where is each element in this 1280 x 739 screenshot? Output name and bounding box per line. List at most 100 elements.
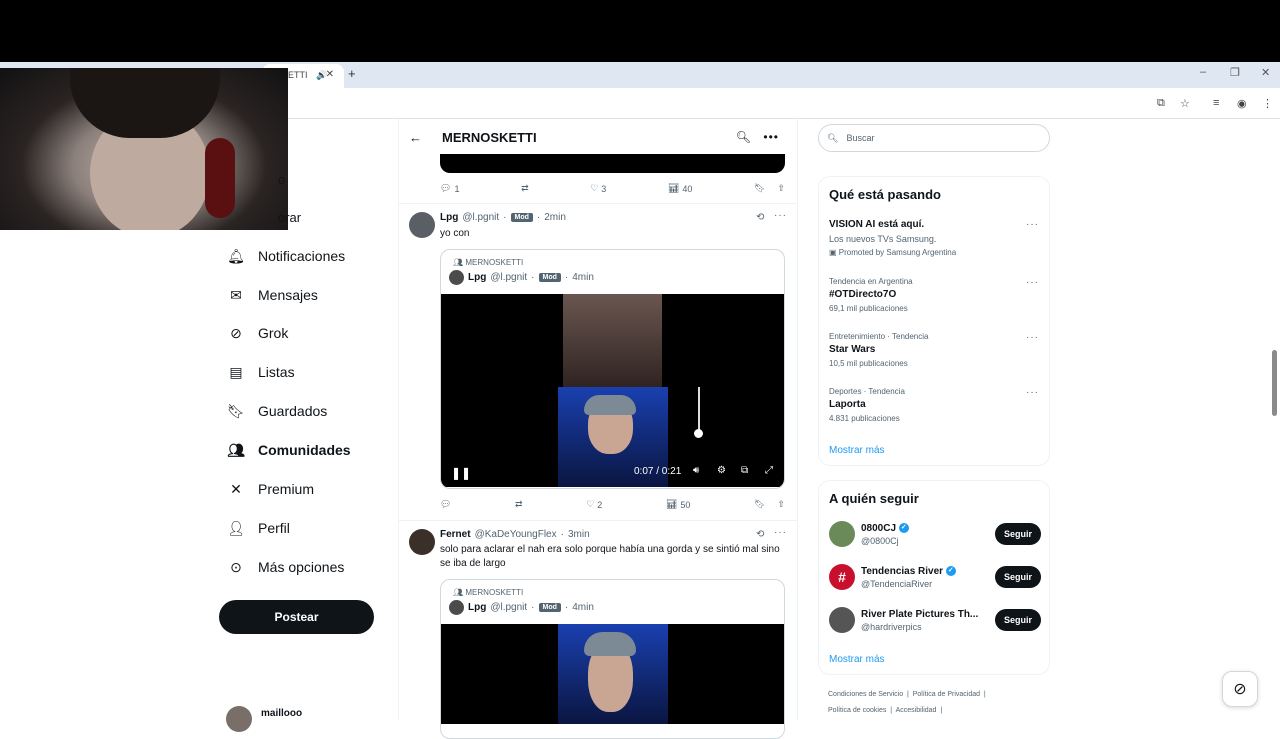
sidebar-item-perfil[interactable]: 👤︎ Perfil	[227, 517, 290, 539]
volume-icon[interactable]: 🔊︎	[693, 465, 699, 476]
timestamp[interactable]: 2min	[544, 212, 566, 223]
video-player[interactable]	[441, 624, 784, 724]
views-button[interactable]: 📊︎ 50	[666, 499, 690, 510]
avatar[interactable]	[409, 212, 435, 238]
more-icon[interactable]: ···	[774, 210, 787, 221]
sidebar-item-guardados[interactable]: 🔖︎ Guardados	[227, 400, 327, 422]
quote-meta: Lpg @l.pgnit · Mod · 4min	[441, 267, 784, 285]
suggestion-name: 0800CJ	[861, 522, 897, 534]
bookmark-icon[interactable]: 🔖︎	[754, 183, 765, 194]
show-more-link[interactable]: Mostrar más	[829, 445, 885, 456]
repost-icon: ⇄	[515, 499, 523, 509]
more-icon[interactable]: ···	[1026, 387, 1039, 398]
quoted-post[interactable]: 👥︎ MERNOSKETTI Lpg @l.pgnit · Mod · 4min…	[440, 249, 785, 489]
more-icon[interactable]: ···	[1026, 332, 1039, 343]
trend-item[interactable]: Deportes · Tendencia Laporta 4.831 publi…	[829, 387, 1039, 423]
follow-suggestion[interactable]: # Tendencias River ✓ @TendenciaRiver Seg…	[829, 562, 1041, 592]
star-icon[interactable]: ☆	[1180, 97, 1190, 110]
follow-button[interactable]: Seguir	[994, 523, 1041, 545]
trend-item[interactable]: Tendencia en Argentina #OTDirecto7O 69,1…	[829, 277, 1039, 313]
grok-icon[interactable]: ⟲	[756, 529, 764, 540]
reply-button[interactable]: 💬︎	[440, 499, 451, 510]
search-input[interactable]: 🔍︎ Buscar	[818, 124, 1050, 152]
close-tab-icon[interactable]: ✕	[326, 69, 334, 80]
divider	[399, 203, 797, 204]
sidebar-item-listas[interactable]: ▤ Listas	[228, 361, 294, 383]
sidebar-item-premium[interactable]: ✕ Premium	[228, 478, 314, 500]
sidebar-item-comunidades[interactable]: 👥︎ Comunidades	[227, 439, 350, 461]
volume-slider[interactable]	[698, 387, 700, 432]
follow-button[interactable]: Seguir	[994, 609, 1041, 631]
avatar[interactable]	[409, 529, 435, 555]
more-icon[interactable]: •••	[763, 130, 779, 144]
minimize-icon[interactable]: –	[1200, 66, 1206, 78]
sidebar-item-notificaciones[interactable]: 🔔︎ Notificaciones	[227, 245, 345, 267]
author-name: Lpg	[468, 272, 487, 283]
grok-fab-icon[interactable]: ⊘	[1222, 671, 1258, 707]
settings-icon[interactable]: ⚙	[717, 465, 726, 476]
footer-link[interactable]: Accesibilidad	[896, 707, 937, 714]
back-arrow-icon[interactable]: ←	[409, 130, 422, 145]
sidebar-item-mensajes[interactable]: ✉ Mensajes	[228, 284, 318, 306]
share-icon[interactable]: ⇧	[777, 183, 785, 194]
views-button[interactable]: 📊︎ 40	[668, 183, 692, 194]
previous-post-media[interactable]	[440, 154, 785, 173]
author-name[interactable]: Lpg	[440, 212, 458, 223]
sidebar-item-grok[interactable]: ⊘ Grok	[228, 322, 288, 344]
sidebar-partial-item[interactable]: o	[278, 172, 285, 187]
install-icon[interactable]: ⧉	[1157, 97, 1165, 110]
share-icon[interactable]: ⇧	[777, 499, 785, 510]
reply-button[interactable]: 💬︎ 1	[440, 183, 459, 194]
account-avatar[interactable]	[226, 706, 252, 732]
follow-button[interactable]: Seguir	[994, 566, 1041, 588]
reply-icon: 💬︎	[440, 499, 452, 509]
pause-icon[interactable]: ❚❚	[451, 466, 471, 480]
repost-button[interactable]: ⇄	[515, 499, 523, 510]
close-window-icon[interactable]: ✕	[1261, 66, 1270, 79]
headphones-shape	[205, 138, 235, 218]
like-button[interactable]: ♡ 2	[586, 499, 602, 510]
media-icon[interactable]: ≡	[1213, 97, 1219, 109]
trend-name: Star Wars	[829, 344, 876, 355]
more-icon[interactable]: ···	[1026, 219, 1039, 230]
bookmark-icon[interactable]: 🔖︎	[754, 499, 765, 510]
author-name[interactable]: Fernet	[440, 529, 471, 540]
like-button[interactable]: ♡ 3	[590, 183, 606, 194]
footer-link[interactable]: Política de cookies	[828, 707, 886, 714]
follow-suggestion[interactable]: River Plate Pictures Th... @hardriverpic…	[829, 605, 1041, 635]
author-handle[interactable]: @l.pgnit	[462, 212, 499, 223]
quoted-post[interactable]: 👥︎ MERNOSKETTI Lpg @l.pgnit · Mod · 4min	[440, 579, 785, 739]
footer-link[interactable]: Política de Privacidad	[913, 691, 980, 698]
follow-suggestion[interactable]: 0800CJ ✓ @0800Cj Seguir	[829, 519, 1041, 549]
more-icon[interactable]: ···	[1026, 277, 1039, 288]
repost-button[interactable]: ⇄	[521, 183, 529, 194]
video-player[interactable]: ❚❚ 0:07 / 0:21 🔊︎ ⚙ ⧉ ⤢	[441, 294, 784, 487]
timestamp[interactable]: 3min	[568, 529, 590, 540]
fullscreen-icon[interactable]: ⤢	[765, 465, 773, 476]
profile-icon[interactable]: ◉	[1237, 97, 1247, 110]
sidebar-partial-item[interactable]: orar	[278, 210, 301, 225]
more-icon[interactable]: ···	[774, 527, 787, 538]
show-more-link[interactable]: Mostrar más	[829, 654, 885, 665]
grok-icon[interactable]: ⟲	[756, 212, 764, 223]
pip-icon[interactable]: ⧉	[741, 465, 748, 476]
sidebar-item-mas-opciones[interactable]: ⊙ Más opciones	[228, 556, 344, 578]
menu-icon[interactable]: ⋮	[1262, 97, 1273, 110]
footer-link[interactable]: Condiciones de Servicio	[828, 691, 903, 698]
suggestion-handle: @0800Cj	[861, 535, 899, 546]
trend-name: VISION AI está aquí.	[829, 219, 925, 230]
account-name[interactable]: maillooo	[261, 708, 302, 719]
like-count: 3	[601, 183, 607, 194]
avatar	[829, 607, 855, 633]
follow-title: A quién seguir	[829, 491, 919, 506]
volume-handle[interactable]	[694, 429, 703, 438]
trend-item[interactable]: VISION AI está aquí. Los nuevos TVs Sams…	[829, 219, 1039, 257]
post-button[interactable]: Postear	[219, 600, 374, 634]
community-icon: 👥︎	[453, 258, 464, 267]
trend-item[interactable]: Entretenimiento · Tendencia Star Wars 10…	[829, 332, 1039, 368]
search-icon[interactable]: 🔍︎	[736, 130, 751, 144]
author-handle[interactable]: @KaDeYoungFlex	[475, 529, 557, 540]
scrollbar[interactable]	[1272, 350, 1277, 416]
maximize-icon[interactable]: ❐	[1230, 66, 1240, 79]
new-tab-button[interactable]: +	[348, 66, 356, 81]
